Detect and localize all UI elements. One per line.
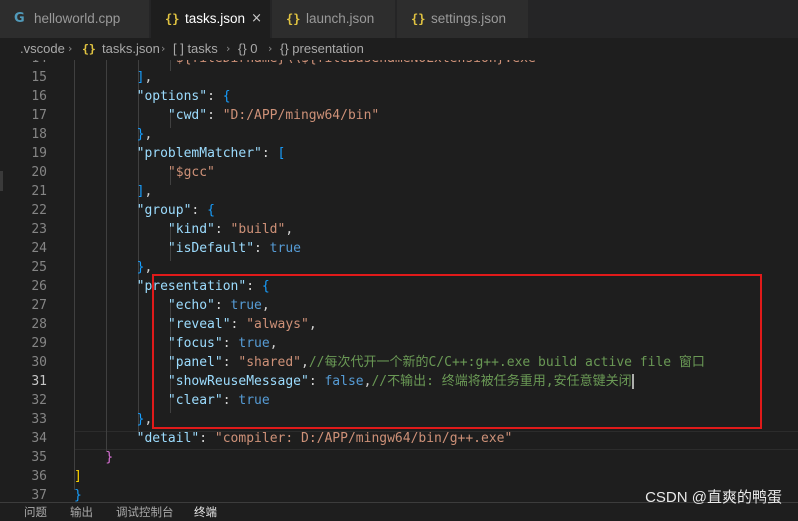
code-text: }, bbox=[136, 260, 153, 275]
breadcrumb-item-tasks[interactable]: [ ] tasks bbox=[173, 38, 218, 60]
code-text: "problemMatcher": [ bbox=[136, 146, 286, 161]
json-file-icon: {} bbox=[165, 12, 180, 26]
tab-label: helloworld.cpp bbox=[34, 11, 121, 26]
code-line[interactable]: 21 ], bbox=[0, 182, 798, 201]
tab-settings-json[interactable]: {} settings.json bbox=[397, 0, 529, 38]
line-number: 16 bbox=[31, 89, 47, 104]
breadcrumb-separator: › bbox=[226, 42, 231, 55]
breadcrumb-item-0[interactable]: {} 0 bbox=[238, 38, 258, 60]
breadcrumb-separator: › bbox=[268, 42, 273, 55]
line-number: 20 bbox=[31, 165, 47, 180]
breadcrumb-item-vscode[interactable]: .vscode bbox=[20, 38, 65, 60]
line-number: 32 bbox=[31, 393, 47, 408]
code-line[interactable]: 17 "cwd": "D:/APP/mingw64/bin" bbox=[0, 106, 798, 125]
tab-label: settings.json bbox=[431, 11, 507, 26]
line-number: 19 bbox=[31, 146, 47, 161]
code-text: "kind": "build", bbox=[167, 222, 294, 237]
tab-problems[interactable]: 问题 bbox=[24, 505, 47, 521]
line-number: 26 bbox=[31, 279, 47, 294]
code-text: }, bbox=[136, 127, 153, 142]
line-number: 21 bbox=[31, 184, 47, 199]
line-number: 23 bbox=[31, 222, 47, 237]
tab-tasks-json[interactable]: {} tasks.json × bbox=[151, 0, 271, 38]
line-number: 31 bbox=[31, 374, 47, 389]
code-line[interactable]: 15 ], bbox=[0, 68, 798, 87]
tab-helloworld-cpp[interactable]: G helloworld.cpp bbox=[0, 0, 150, 38]
code-line[interactable]: 18 }, bbox=[0, 125, 798, 144]
code-line[interactable]: 16 "options": { bbox=[0, 87, 798, 106]
breadcrumb-separator: › bbox=[68, 42, 73, 55]
tab-label: tasks.json bbox=[185, 11, 246, 26]
line-number: 37 bbox=[31, 488, 47, 502]
code-text: "options": { bbox=[136, 89, 231, 104]
breadcrumb-item-presentation[interactable]: {} presentation bbox=[280, 38, 364, 60]
code-line[interactable]: 23 "kind": "build", bbox=[0, 220, 798, 239]
code-text: } bbox=[105, 450, 114, 465]
line-number: 17 bbox=[31, 108, 47, 123]
line-number: 27 bbox=[31, 298, 47, 313]
line-number: 25 bbox=[31, 260, 47, 275]
tab-launch-json[interactable]: {} launch.json bbox=[272, 0, 396, 38]
code-line[interactable]: 19 "problemMatcher": [ bbox=[0, 144, 798, 163]
close-icon[interactable]: × bbox=[251, 0, 262, 38]
line-number: 29 bbox=[31, 336, 47, 351]
highlight-box bbox=[152, 274, 762, 429]
breadcrumb-item-tasks-json[interactable]: tasks.json bbox=[102, 38, 160, 60]
line-number: 33 bbox=[31, 412, 47, 427]
code-text: "isDefault": true bbox=[167, 241, 301, 256]
line-number: 30 bbox=[31, 355, 47, 370]
line-number: 35 bbox=[31, 450, 47, 465]
code-line[interactable]: 36] bbox=[0, 467, 798, 486]
line-number: 34 bbox=[31, 431, 47, 446]
json-file-icon: {} bbox=[286, 12, 301, 26]
editor-tab-bar: G helloworld.cpp {} tasks.json × {} laun… bbox=[0, 0, 798, 38]
code-text: "${fileDirname}\\${fileBasenameNoExtensi… bbox=[74, 60, 544, 68]
watermark: CSDN @直爽的鸭蛋 bbox=[645, 489, 782, 506]
breadcrumb: .vscode › {} tasks.json › [ ] tasks › {}… bbox=[0, 38, 798, 60]
code-text: ], bbox=[136, 70, 153, 85]
line-number: 22 bbox=[31, 203, 47, 218]
code-text: ] bbox=[74, 469, 82, 484]
line-number: 28 bbox=[31, 317, 47, 332]
line-number: 15 bbox=[31, 70, 47, 85]
tab-debug-console[interactable]: 调试控制台 bbox=[116, 505, 174, 521]
code-text: "group": { bbox=[136, 203, 215, 218]
line-number: 36 bbox=[31, 469, 47, 484]
code-text: "cwd": "D:/APP/mingw64/bin" bbox=[167, 108, 380, 123]
code-text: }, bbox=[136, 412, 153, 427]
code-text: "detail": "compiler: D:/APP/mingw64/bin/… bbox=[136, 431, 513, 446]
tab-label: launch.json bbox=[306, 11, 375, 26]
code-line[interactable]: 22 "group": { bbox=[0, 201, 798, 220]
line-number: 24 bbox=[31, 241, 47, 256]
json-file-icon: {} bbox=[82, 42, 96, 56]
code-line[interactable]: 24 "isDefault": true bbox=[0, 239, 798, 258]
tab-output[interactable]: 输出 bbox=[70, 505, 93, 521]
code-line[interactable]: 20 "$gcc" bbox=[0, 163, 798, 182]
code-line[interactable]: 14 "${fileDirname}\\${fileBasenameNoExte… bbox=[0, 60, 798, 68]
json-file-icon: {} bbox=[411, 12, 426, 26]
line-number: 14 bbox=[0, 60, 47, 68]
breadcrumb-separator: › bbox=[161, 42, 166, 55]
line-number: 18 bbox=[31, 127, 47, 142]
code-text: "$gcc" bbox=[167, 165, 215, 180]
code-line[interactable]: 35 } bbox=[0, 448, 798, 467]
code-text: } bbox=[74, 488, 82, 502]
code-line[interactable]: 34 "detail": "compiler: D:/APP/mingw64/b… bbox=[0, 429, 798, 448]
tab-terminal[interactable]: 终端 bbox=[194, 505, 217, 521]
cpp-file-icon: G bbox=[14, 11, 25, 26]
code-text: ], bbox=[136, 184, 153, 199]
